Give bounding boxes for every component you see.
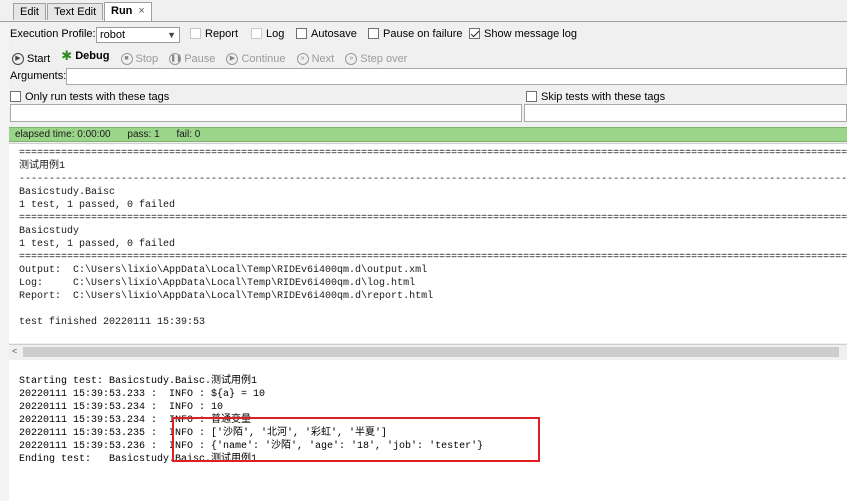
console-line: ----------------------------------------… [19, 174, 847, 185]
report-option[interactable]: Report [190, 28, 238, 40]
tab-text-edit[interactable]: Text Edit [47, 3, 104, 20]
console-line: test finished 20220111 15:39:53 [19, 317, 206, 328]
elapsed-time: elapsed time: 0:00:00 [15, 129, 111, 140]
console-output[interactable]: ========================================… [9, 143, 847, 343]
only-run-tags-option[interactable]: Only run tests with these tags [10, 91, 169, 103]
console-line: ========================================… [19, 252, 847, 263]
step-over-button[interactable]: » Step over [345, 53, 407, 65]
log-line: Starting test: Basicstudy.Baisc.测试用例1 [19, 376, 258, 387]
console-line: Basicstudy.Baisc [19, 187, 116, 198]
pause-icon: ❚❚ [169, 53, 182, 65]
console-line: Output: C:\Users\lixio\AppData\Local\Tem… [19, 265, 428, 276]
fail-count: fail: 0 [176, 129, 201, 140]
close-icon[interactable]: × [138, 5, 144, 17]
log-checkbox[interactable] [251, 28, 262, 39]
status-bar: elapsed time: 0:00:00 pass: 1 fail: 0 [9, 127, 847, 142]
autosave-option[interactable]: Autosave [296, 28, 357, 40]
log-line: 20220111 15:39:53.234 : INFO : 10 [19, 402, 224, 413]
pause-on-failure-option[interactable]: Pause on failure [368, 28, 463, 40]
console-line: 1 test, 1 passed, 0 failed [19, 200, 176, 211]
pause-on-failure-checkbox[interactable] [368, 28, 379, 39]
profile-select[interactable]: robot ▼ [96, 27, 180, 43]
skip-tags-option[interactable]: Skip tests with these tags [526, 91, 665, 103]
bug-icon: ✱ [61, 48, 73, 63]
scrollbar-thumb[interactable] [23, 347, 839, 357]
show-message-log-option[interactable]: Show message log [469, 28, 577, 40]
scroll-left-icon[interactable]: < [12, 346, 17, 356]
play-icon: ▶ [12, 53, 24, 65]
stop-icon: ■ [120, 53, 133, 65]
pause-button[interactable]: ❚❚ Pause [169, 53, 215, 65]
report-checkbox[interactable] [190, 28, 201, 39]
autosave-checkbox[interactable] [296, 28, 307, 39]
console-line: ========================================… [19, 148, 847, 159]
show-message-log-checkbox[interactable] [469, 28, 480, 39]
run-controls: ▶ Start ✱ Debug ■ Stop ❚❚ Pause ▶ Continue » N… [12, 48, 415, 65]
console-line: ========================================… [19, 213, 847, 224]
highlight-box [172, 417, 540, 462]
console-line: 1 test, 1 passed, 0 failed [19, 239, 176, 250]
console-line: Basicstudy [19, 226, 80, 237]
pass-count: pass: 1 [127, 129, 160, 140]
console-line: 测试用例1 [19, 161, 66, 172]
tab-edit[interactable]: Edit [13, 3, 46, 20]
stop-button[interactable]: ■ Stop [120, 53, 158, 65]
console-line: Log: C:\Users\lixio\AppData\Local\Temp\R… [19, 278, 416, 289]
debug-button[interactable]: ✱ Debug [61, 48, 109, 64]
arguments-input[interactable] [66, 68, 847, 85]
skip-tags-checkbox[interactable] [526, 91, 537, 102]
arguments-label: Arguments: [10, 70, 67, 82]
continue-button[interactable]: ▶ Continue [226, 53, 286, 65]
next-button[interactable]: » Next [296, 53, 334, 65]
continue-icon: ▶ [226, 53, 239, 65]
horizontal-scrollbar[interactable]: < [9, 344, 847, 361]
next-icon: » [296, 53, 309, 65]
log-option[interactable]: Log [251, 28, 284, 40]
console-line: Report: C:\Users\lixio\AppData\Local\Tem… [19, 291, 434, 302]
step-over-icon: » [345, 53, 358, 65]
tab-strip: Edit Text Edit Run × [0, 0, 847, 22]
include-tags-input[interactable] [10, 104, 522, 122]
start-button[interactable]: ▶ Start [12, 53, 50, 65]
profile-label: Execution Profile: [10, 28, 96, 40]
log-line: 20220111 15:39:53.233 : INFO : ${a} = 10 [19, 389, 266, 400]
console-text: ========================================… [19, 147, 847, 329]
exclude-tags-input[interactable] [524, 104, 847, 122]
tab-run[interactable]: Run × [104, 2, 152, 21]
chevron-down-icon: ▼ [167, 30, 176, 40]
only-run-tags-checkbox[interactable] [10, 91, 21, 102]
